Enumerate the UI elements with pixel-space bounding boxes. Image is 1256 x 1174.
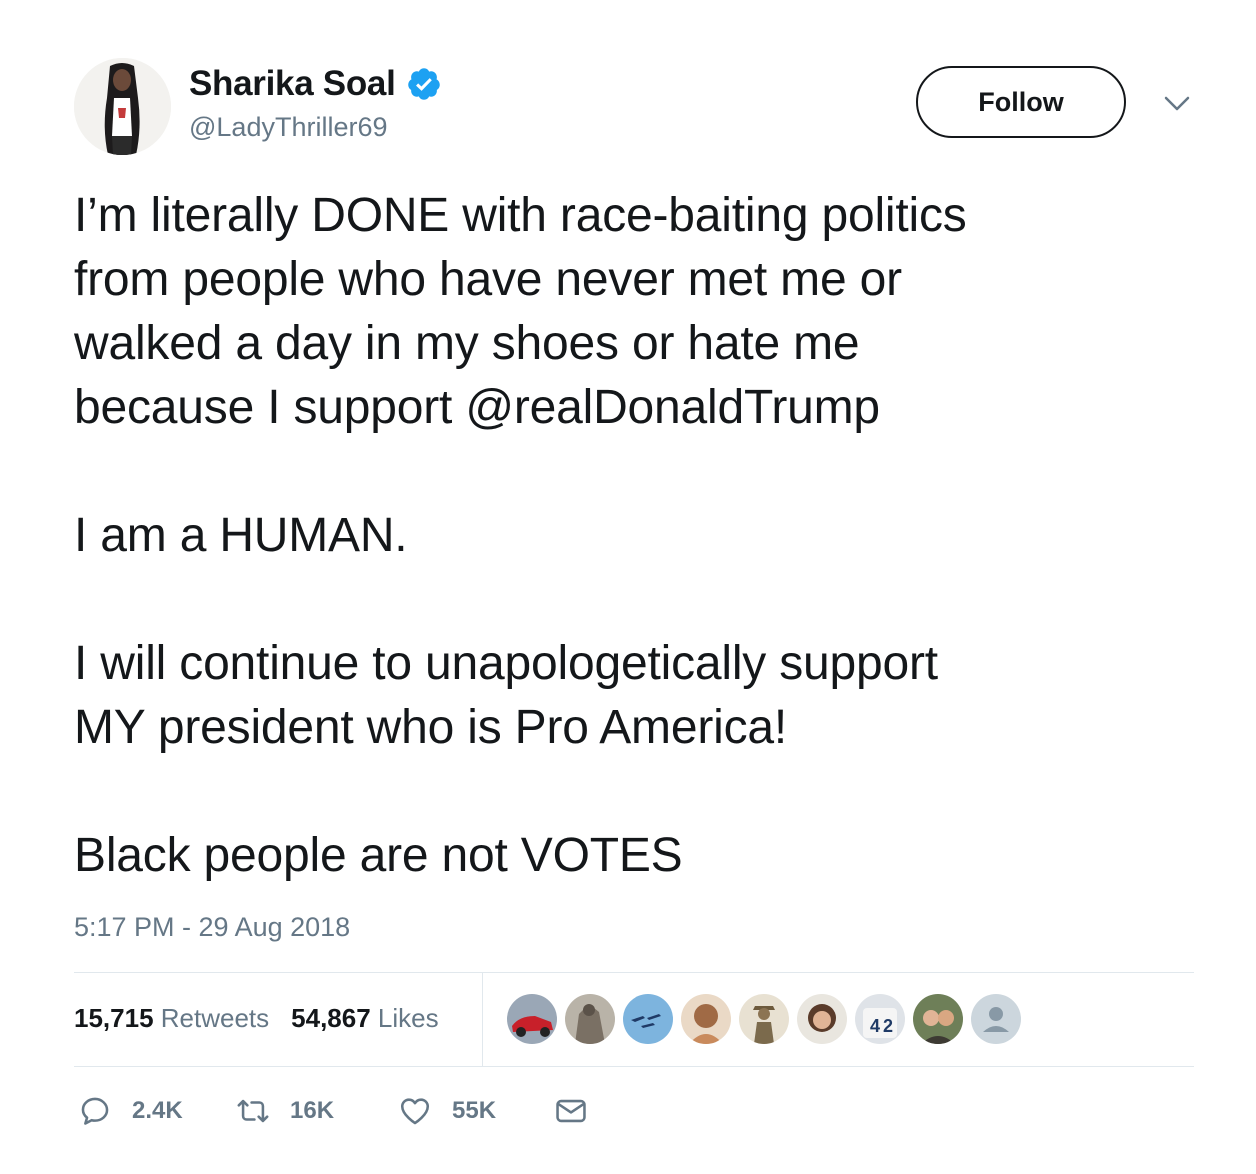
tweet-stats: 15,715 Retweets 54,867 Likes bbox=[74, 1003, 439, 1034]
retweets-stat[interactable]: 15,715 Retweets bbox=[74, 1003, 269, 1034]
svg-text:4: 4 bbox=[870, 1016, 880, 1036]
tweet-text: I’m literally DONE with race-baiting pol… bbox=[74, 184, 1194, 888]
chevron-down-icon[interactable] bbox=[1163, 94, 1191, 114]
like-action[interactable]: 55K bbox=[398, 1094, 496, 1128]
liker-avatar[interactable]: 42 bbox=[855, 994, 905, 1044]
liker-avatar[interactable] bbox=[507, 994, 557, 1044]
divider-bottom bbox=[74, 1066, 1194, 1067]
like-count: 55K bbox=[452, 1097, 497, 1124]
reply-icon bbox=[81, 1097, 109, 1125]
liker-avatar[interactable] bbox=[739, 994, 789, 1044]
envelope-icon bbox=[556, 1099, 586, 1123]
divider-vertical bbox=[482, 973, 483, 1066]
retweet-icon bbox=[237, 1099, 269, 1123]
tweet-card: Sharika Soal @LadyThriller69 Follow I’m … bbox=[0, 0, 1256, 1174]
liker-avatar[interactable] bbox=[797, 994, 847, 1044]
liker-avatar[interactable] bbox=[565, 994, 615, 1044]
liker-avatar[interactable] bbox=[971, 994, 1021, 1044]
user-handle[interactable]: @LadyThriller69 bbox=[189, 112, 388, 143]
likes-label: Likes bbox=[377, 1003, 439, 1033]
svg-text:2: 2 bbox=[883, 1016, 893, 1036]
retweet-count: 16K bbox=[290, 1097, 335, 1124]
reply-count: 2.4K bbox=[132, 1097, 183, 1124]
avatar[interactable] bbox=[74, 58, 171, 155]
liker-avatar[interactable] bbox=[913, 994, 963, 1044]
retweets-label: Retweets bbox=[160, 1003, 270, 1033]
liker-avatar[interactable] bbox=[623, 994, 673, 1044]
retweets-count: 15,715 bbox=[74, 1003, 154, 1033]
divider-top bbox=[74, 972, 1194, 973]
display-name[interactable]: Sharika Soal bbox=[189, 64, 442, 104]
display-name-text: Sharika Soal bbox=[189, 64, 396, 103]
tweet-text-part2: I am a HUMAN. I will continue to unapolo… bbox=[74, 509, 938, 882]
follow-button[interactable]: Follow bbox=[916, 66, 1126, 138]
liker-avatar[interactable] bbox=[681, 994, 731, 1044]
liker-avatars: 42 bbox=[507, 994, 1021, 1044]
heart-icon bbox=[400, 1098, 430, 1125]
mention-link[interactable]: @realDonaldTrump bbox=[465, 381, 880, 434]
dm-action[interactable] bbox=[554, 1094, 588, 1128]
tweet-timestamp[interactable]: 5:17 PM - 29 Aug 2018 bbox=[74, 912, 350, 943]
likes-stat[interactable]: 54,867 Likes bbox=[291, 1003, 438, 1034]
verified-badge-icon bbox=[407, 68, 440, 100]
reply-action[interactable]: 2.4K bbox=[78, 1094, 183, 1128]
likes-count: 54,867 bbox=[291, 1003, 371, 1033]
retweet-action[interactable]: 16K bbox=[236, 1094, 334, 1128]
